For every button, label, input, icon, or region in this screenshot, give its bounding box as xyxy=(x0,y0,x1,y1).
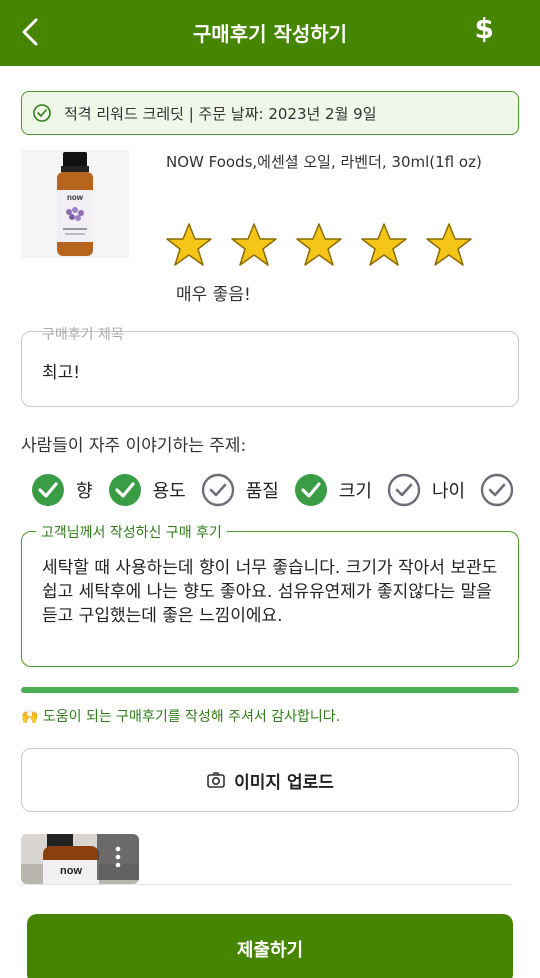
topic-chip-row[interactable]: 향 용도 품질 크기 나이 포장 xyxy=(31,472,521,508)
checked-circle-icon xyxy=(108,474,141,506)
dollar-icon[interactable]: $ xyxy=(475,12,494,45)
product-name: NOW Foods,에센셜 오일, 라벤더, 30ml(1fl oz) xyxy=(166,153,482,171)
svg-text:now: now xyxy=(60,865,82,877)
submit-button[interactable]: 제출하기 xyxy=(27,914,513,978)
app-bar: 구매후기 작성하기 $ xyxy=(0,0,540,66)
upload-image-button[interactable]: 이미지 업로드 xyxy=(21,748,519,812)
review-title-value[interactable]: 최고! xyxy=(42,358,80,383)
star-icon-4[interactable] xyxy=(361,222,407,268)
topic-label: 용도 xyxy=(152,481,186,502)
review-text-value[interactable]: 세탁할 때 사용하는데 향이 너무 좋습니다. 크기가 작아서 보관도 쉽고 세… xyxy=(42,556,504,628)
check-circle-icon xyxy=(33,104,51,122)
unchecked-circle-icon xyxy=(201,473,234,507)
unchecked-circle-icon xyxy=(480,473,514,507)
checked-circle-icon xyxy=(32,474,64,506)
topic-chip-scent[interactable]: 향 xyxy=(31,473,93,507)
camera-icon xyxy=(207,772,225,788)
topic-label: 나이 xyxy=(431,481,466,502)
star-icon-5[interactable] xyxy=(426,222,472,268)
topic-label: 향 xyxy=(76,481,93,502)
topic-chip-age[interactable]: 나이 xyxy=(387,473,465,507)
review-text-label: 고객님께서 작성하신 구매 후기 xyxy=(36,522,227,542)
topics-heading: 사람들이 자주 이야기하는 주제: xyxy=(21,436,247,456)
topic-label: 품질 xyxy=(245,481,279,502)
thanks-message: 🙌 도움이 되는 구매후기를 작성해 주셔서 감사합니다. xyxy=(21,709,341,725)
star-rating xyxy=(166,222,472,268)
svg-text:now: now xyxy=(67,193,84,202)
rating-label: 매우 좋음! xyxy=(176,285,251,305)
more-options-icon[interactable] xyxy=(97,834,139,880)
topic-chip-usage[interactable]: 용도 xyxy=(108,473,186,507)
checked-circle-icon xyxy=(294,474,327,506)
star-icon-1[interactable] xyxy=(166,222,212,268)
credit-banner-text: 적격 리워드 크레딧 | 주문 날짜: 2023년 2월 9일 xyxy=(64,104,377,123)
unchecked-circle-icon xyxy=(387,473,421,507)
divider xyxy=(21,884,511,885)
topic-chip-quality[interactable]: 품질 xyxy=(201,473,279,507)
reward-credit-banner: 적격 리워드 크레딧 | 주문 날짜: 2023년 2월 9일 xyxy=(21,91,519,135)
page-title: 구매후기 작성하기 xyxy=(192,22,348,46)
review-title-label: 구매후기 제목 xyxy=(42,327,124,343)
star-icon-3[interactable] xyxy=(296,222,342,268)
upload-image-label: 이미지 업로드 xyxy=(234,772,334,793)
review-length-progress-bar xyxy=(21,687,519,693)
topic-chip-packaging[interactable]: 포장 xyxy=(480,473,521,507)
progress-fill xyxy=(21,687,519,693)
topic-chip-size[interactable]: 크기 xyxy=(294,473,372,507)
vertical-dots-icon xyxy=(115,846,121,868)
product-image: now xyxy=(21,150,129,258)
topic-label: 크기 xyxy=(338,481,372,502)
star-icon-2[interactable] xyxy=(231,222,277,268)
